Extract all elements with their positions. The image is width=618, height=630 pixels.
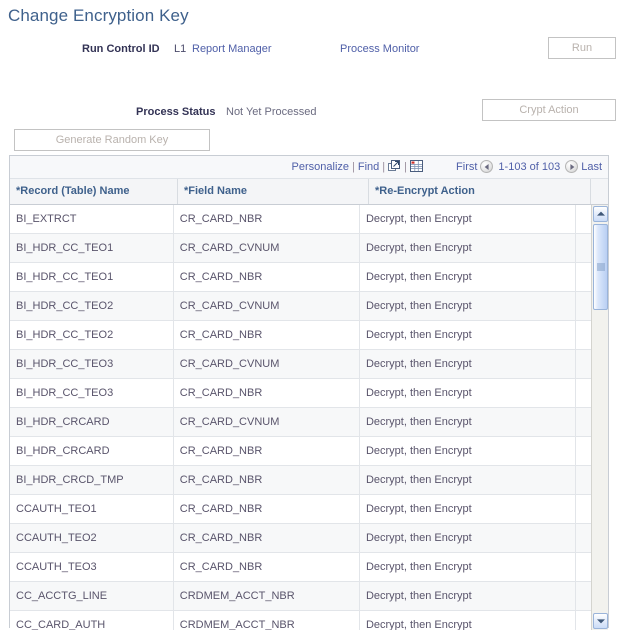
table-cell: Decrypt, then Encrypt: [360, 437, 577, 465]
process-status-label: Process Status: [136, 106, 216, 118]
scroll-up-arrow-icon[interactable]: [593, 206, 608, 222]
table-cell: BI_HDR_CC_TEO3: [10, 379, 174, 407]
table-row[interactable]: BI_HDR_CC_TEO2 CR_CARD_NBR Decrypt, then E…: [10, 321, 593, 350]
table-cell: CR_CARD_NBR: [174, 524, 360, 552]
table-cell: CR_CARD_NBR: [174, 205, 360, 233]
grid-header-row: *Record (Table) Name *Field Name *Re-Enc…: [10, 179, 608, 205]
table-cell: CR_CARD_NBR: [174, 321, 360, 349]
table-row[interactable]: CCAUTH_TEO2 CR_CARD_NBR Decrypt, then Encr…: [10, 524, 593, 553]
crypt-action-button[interactable]: Crypt Action: [482, 99, 616, 121]
grid-toolbar-links: Personalize | Find | |: [292, 160, 423, 173]
grid-body: BI_EXTRCT CR_CARD_NBR Decrypt, then Encryp…: [10, 205, 608, 630]
table-row[interactable]: BI_HDR_CC_TEO1 CR_CARD_NBR Decrypt, then E…: [10, 263, 593, 292]
table-cell: BI_EXTRCT: [10, 205, 174, 233]
table-cell: CR_CARD_CVNUM: [174, 292, 360, 320]
column-header-reencrypt-action[interactable]: *Re-Encrypt Action: [369, 179, 591, 204]
table-cell: CR_CARD_NBR: [174, 553, 360, 581]
table-cell: BI_HDR_CRCARD: [10, 408, 174, 436]
table-cell: CC_CARD_AUTH: [10, 611, 174, 630]
table-row[interactable]: CCAUTH_TEO1 CR_CARD_NBR Decrypt, then Encr…: [10, 495, 593, 524]
table-row[interactable]: BI_HDR_CC_TEO3 CR_CARD_CVNUM Decrypt, then…: [10, 350, 593, 379]
run-control-id-value: L1: [174, 43, 187, 55]
table-cell: Decrypt, then Encrypt: [360, 234, 577, 262]
table-row[interactable]: BI_EXTRCT CR_CARD_NBR Decrypt, then Encryp…: [10, 205, 593, 234]
process-monitor-link[interactable]: Process Monitor: [340, 43, 419, 55]
process-status-value: Not Yet Processed: [226, 106, 317, 118]
table-cell: Decrypt, then Encrypt: [360, 263, 577, 291]
table-row[interactable]: BI_HDR_CRCARD CR_CARD_CVNUM Decrypt, then …: [10, 408, 593, 437]
table-cell: CR_CARD_NBR: [174, 495, 360, 523]
table-row[interactable]: BI_HDR_CRCD_TMP CR_CARD_NBR Decrypt, then …: [10, 466, 593, 495]
table-cell: Decrypt, then Encrypt: [360, 321, 577, 349]
table-cell: CR_CARD_CVNUM: [174, 234, 360, 262]
table-cell: Decrypt, then Encrypt: [360, 582, 577, 610]
table-cell: CR_CARD_CVNUM: [174, 408, 360, 436]
table-cell: CRDMEM_ACCT_NBR: [174, 582, 360, 610]
expand-grid-icon[interactable]: [388, 160, 401, 172]
generate-random-key-button[interactable]: Generate Random Key: [14, 129, 210, 151]
first-page-link[interactable]: First: [456, 161, 477, 173]
table-cell: CRDMEM_ACCT_NBR: [174, 611, 360, 630]
table-cell: Decrypt, then Encrypt: [360, 553, 577, 581]
scrollbar-grip-icon: [596, 263, 605, 271]
table-cell: BI_HDR_CC_TEO1: [10, 263, 174, 291]
scroll-down-arrow-icon[interactable]: [593, 613, 608, 629]
table-row[interactable]: BI_HDR_CRCARD CR_CARD_NBR Decrypt, then En…: [10, 437, 593, 466]
find-link[interactable]: Find: [358, 161, 379, 173]
toolbar-separator-1: |: [352, 161, 355, 173]
column-header-field-name[interactable]: *Field Name: [178, 179, 369, 204]
scrollbar-thumb[interactable]: [593, 224, 608, 310]
table-cell: CR_CARD_NBR: [174, 437, 360, 465]
grid-toolbar: Personalize | Find | | First 1-103 of 10…: [10, 156, 608, 179]
run-control-row: Run Control ID L1 Report Manager Process…: [0, 43, 618, 63]
table-cell: CR_CARD_NBR: [174, 263, 360, 291]
table-cell: CCAUTH_TEO1: [10, 495, 174, 523]
table-cell: CCAUTH_TEO3: [10, 553, 174, 581]
table-cell: BI_HDR_CC_TEO2: [10, 292, 174, 320]
table-row[interactable]: BI_HDR_CC_TEO2 CR_CARD_CVNUM Decrypt, then…: [10, 292, 593, 321]
table-row[interactable]: BI_HDR_CC_TEO3 CR_CARD_NBR Decrypt, then E…: [10, 379, 593, 408]
run-control-id-label: Run Control ID: [82, 43, 160, 55]
table-cell: Decrypt, then Encrypt: [360, 524, 577, 552]
table-row[interactable]: CC_ACCTG_LINE CRDMEM_ACCT_NBR Decrypt, the…: [10, 582, 593, 611]
report-manager-link[interactable]: Report Manager: [192, 43, 272, 55]
table-cell: Decrypt, then Encrypt: [360, 205, 577, 233]
last-page-link[interactable]: Last: [581, 161, 602, 173]
table-cell: BI_HDR_CC_TEO1: [10, 234, 174, 262]
grid-pagination: First 1-103 of 103 Last: [456, 160, 602, 173]
toolbar-separator-3: |: [404, 161, 407, 173]
table-cell: Decrypt, then Encrypt: [360, 611, 577, 630]
grid-vertical-scrollbar[interactable]: [591, 205, 608, 630]
personalize-link[interactable]: Personalize: [292, 161, 349, 173]
table-cell: Decrypt, then Encrypt: [360, 495, 577, 523]
table-cell: Decrypt, then Encrypt: [360, 466, 577, 494]
table-cell: Decrypt, then Encrypt: [360, 408, 577, 436]
download-to-spreadsheet-icon[interactable]: [410, 160, 423, 172]
table-cell: BI_HDR_CRCD_TMP: [10, 466, 174, 494]
table-cell: BI_HDR_CC_TEO2: [10, 321, 174, 349]
column-header-spacer: [591, 179, 608, 204]
next-page-icon[interactable]: [565, 160, 579, 173]
table-cell: CC_ACCTG_LINE: [10, 582, 174, 610]
table-row[interactable]: BI_HDR_CC_TEO1 CR_CARD_CVNUM Decrypt, then…: [10, 234, 593, 263]
table-cell: BI_HDR_CC_TEO3: [10, 350, 174, 378]
page-title: Change Encryption Key: [8, 6, 189, 25]
table-cell: CR_CARD_NBR: [174, 466, 360, 494]
table-cell: BI_HDR_CRCARD: [10, 437, 174, 465]
column-header-record-name[interactable]: *Record (Table) Name: [10, 179, 178, 204]
table-cell: Decrypt, then Encrypt: [360, 379, 577, 407]
toolbar-separator-2: |: [382, 161, 386, 173]
run-button[interactable]: Run: [548, 37, 616, 59]
table-cell: CR_CARD_NBR: [174, 379, 360, 407]
table-row[interactable]: CCAUTH_TEO3 CR_CARD_NBR Decrypt, then Encr…: [10, 553, 593, 582]
table-row[interactable]: CC_CARD_AUTH CRDMEM_ACCT_NBR Decrypt, then…: [10, 611, 593, 630]
pagination-range: 1-103 of 103: [498, 161, 561, 173]
table-cell: CCAUTH_TEO2: [10, 524, 174, 552]
table-cell: CR_CARD_CVNUM: [174, 350, 360, 378]
grid-rows-container: BI_EXTRCT CR_CARD_NBR Decrypt, then Encryp…: [10, 205, 593, 630]
encryption-fields-grid: Personalize | Find | | First 1-103 of 10…: [9, 155, 609, 630]
table-cell: Decrypt, then Encrypt: [360, 292, 577, 320]
previous-page-icon[interactable]: [480, 160, 494, 173]
table-cell: Decrypt, then Encrypt: [360, 350, 577, 378]
